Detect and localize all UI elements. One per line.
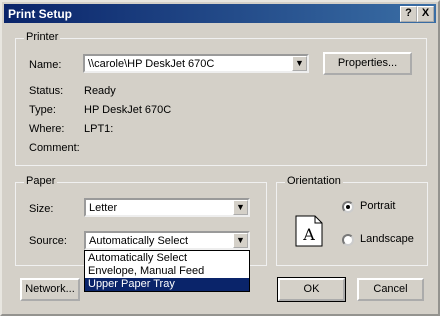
printer-name-value: \\carole\HP DeskJet 670C: [88, 58, 215, 70]
chevron-down-icon[interactable]: ▼: [233, 233, 248, 248]
dropdown-option-upper-paper-tray[interactable]: Upper Paper Tray: [85, 278, 249, 291]
printer-legend: Printer: [24, 31, 61, 43]
dropdown-option-automatically-select[interactable]: Automatically Select: [85, 252, 249, 265]
ok-button[interactable]: OK: [277, 277, 346, 302]
paper-source-combo[interactable]: Automatically Select ▼: [84, 231, 250, 250]
close-button[interactable]: X: [417, 6, 434, 22]
dropdown-option-envelope-manual-feed[interactable]: Envelope, Manual Feed: [85, 265, 249, 278]
paper-source-value: Automatically Select: [89, 235, 189, 247]
landscape-label[interactable]: Landscape: [360, 233, 414, 245]
paper-size-combo[interactable]: Letter ▼: [84, 198, 250, 217]
size-label: Size:: [29, 203, 54, 215]
orientation-legend: Orientation: [285, 175, 343, 187]
printer-name-label: Name:: [29, 59, 62, 71]
paper-source-dropdown-list[interactable]: Automatically Select Envelope, Manual Fe…: [84, 250, 250, 292]
radio-selected-dot: [346, 205, 350, 209]
help-button[interactable]: ?: [400, 6, 417, 22]
print-setup-dialog: Print Setup ? X Printer Name: \\carole\H…: [0, 0, 440, 316]
landscape-radio[interactable]: [342, 234, 354, 246]
chevron-down-icon[interactable]: ▼: [292, 56, 307, 71]
where-label: Where:: [29, 123, 65, 135]
printer-name-combo[interactable]: \\carole\HP DeskJet 670C ▼: [83, 54, 309, 73]
type-value: HP DeskJet 670C: [84, 104, 172, 116]
dialog-title: Print Setup: [8, 7, 73, 21]
comment-label: Comment:: [29, 142, 80, 154]
page-icon-letter: A: [302, 225, 315, 244]
type-label: Type:: [29, 104, 56, 116]
cancel-button[interactable]: Cancel: [357, 278, 424, 301]
status-value: Ready: [84, 85, 116, 97]
chevron-down-icon[interactable]: ▼: [233, 200, 248, 215]
source-label: Source:: [29, 235, 67, 247]
portrait-page-icon: A: [295, 215, 323, 247]
portrait-label[interactable]: Portrait: [360, 200, 395, 212]
where-value: LPT1:: [84, 123, 114, 135]
paper-size-value: Letter: [89, 202, 118, 214]
paper-legend: Paper: [24, 175, 58, 187]
portrait-radio[interactable]: [342, 201, 354, 213]
status-label: Status:: [29, 85, 64, 97]
title-bar[interactable]: Print Setup ? X: [4, 4, 436, 23]
network-button[interactable]: Network...: [20, 278, 80, 301]
properties-button[interactable]: Properties...: [323, 52, 412, 75]
